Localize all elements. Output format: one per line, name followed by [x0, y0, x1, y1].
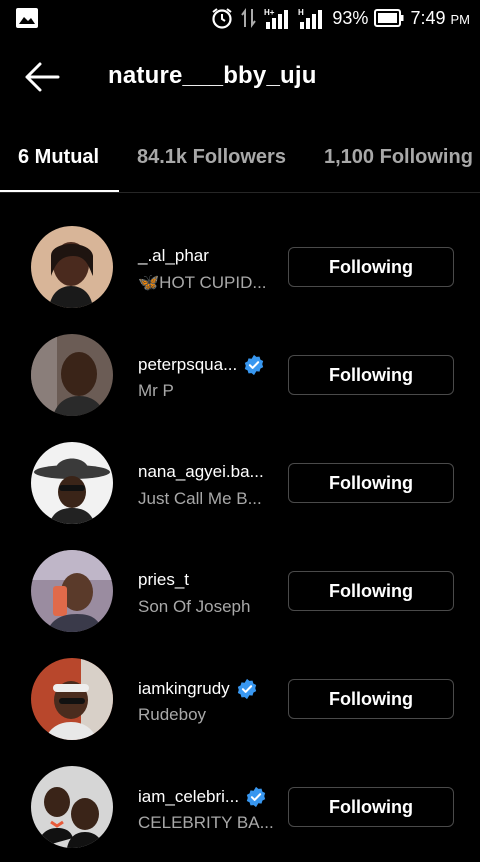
- list-item: nana_agyei.ba... Just Call Me B... Follo…: [0, 430, 480, 538]
- alarm-icon: [212, 8, 233, 29]
- username[interactable]: iamkingrudy: [138, 679, 230, 699]
- avatar[interactable]: [31, 334, 113, 416]
- username-line: pries_t: [138, 570, 189, 590]
- display-name: Just Call Me B...: [138, 489, 262, 508]
- display-name: 🦋HOT CUPID...: [138, 273, 267, 292]
- signal-h-icon: H: [298, 8, 323, 29]
- back-button[interactable]: [22, 60, 62, 94]
- username-line: iamkingrudy: [138, 678, 258, 700]
- avatar[interactable]: [31, 550, 113, 632]
- avatar[interactable]: [31, 442, 113, 524]
- tab-following[interactable]: 1,100 Following: [324, 146, 473, 169]
- verified-badge-icon: [246, 786, 266, 808]
- clock-time: 7:49: [410, 7, 446, 28]
- following-button[interactable]: Following: [288, 571, 454, 611]
- signal-h-plus-icon: H+: [264, 8, 289, 29]
- username[interactable]: peterpsqua...: [138, 355, 237, 375]
- username[interactable]: iam_celebri...: [138, 787, 239, 807]
- following-button[interactable]: Following: [288, 679, 454, 719]
- username[interactable]: _.al_phar: [138, 246, 209, 266]
- gallery-icon: [16, 8, 38, 28]
- following-button[interactable]: Following: [288, 463, 454, 503]
- battery-icon: [374, 9, 404, 27]
- header: nature___bby_uju: [0, 52, 480, 102]
- data-arrows-icon: [241, 8, 257, 28]
- mutual-list: _.al_phar 🦋HOT CUPID... Following peterp…: [0, 214, 480, 862]
- list-item: iamkingrudy Rudeboy Following: [0, 646, 480, 754]
- tab-bar: 6 Mutual 84.1k Followers 1,100 Following: [0, 130, 480, 193]
- svg-text:H: H: [298, 8, 304, 17]
- avatar[interactable]: [31, 226, 113, 308]
- active-tab-indicator: [0, 190, 119, 192]
- following-button[interactable]: Following: [288, 355, 454, 395]
- clock-ampm: PM: [450, 11, 471, 27]
- username-line: peterpsqua...: [138, 354, 265, 376]
- display-name: Mr P: [138, 381, 174, 400]
- verified-badge-icon: [245, 354, 264, 376]
- username-line: iam_celebri...: [138, 786, 267, 808]
- following-button[interactable]: Following: [288, 787, 454, 827]
- avatar[interactable]: [31, 658, 113, 740]
- following-button[interactable]: Following: [288, 247, 454, 287]
- clock: 7:49 PM: [410, 8, 470, 29]
- list-item: iam_celebri... CELEBRITY BA... Following: [0, 754, 480, 862]
- username[interactable]: pries_t: [138, 570, 189, 590]
- tab-mutual[interactable]: 6 Mutual: [18, 146, 99, 169]
- username-line: nana_agyei.ba...: [138, 462, 264, 482]
- list-item: peterpsqua... Mr P Following: [0, 322, 480, 430]
- list-item: _.al_phar 🦋HOT CUPID... Following: [0, 214, 480, 322]
- svg-text:H+: H+: [264, 8, 275, 17]
- display-name: Son Of Joseph: [138, 597, 251, 616]
- display-name: Rudeboy: [138, 705, 207, 724]
- status-bar: H+ H 93% 7:49 PM: [0, 0, 480, 36]
- username[interactable]: nana_agyei.ba...: [138, 462, 264, 482]
- username-line: _.al_phar: [138, 246, 209, 266]
- page-title: nature___bby_uju: [108, 62, 317, 89]
- list-item: pries_t Son Of Joseph Following: [0, 538, 480, 646]
- battery-percent: 93%: [332, 7, 369, 28]
- back-arrow-icon: [25, 62, 60, 92]
- display-name: CELEBRITY BA...: [138, 813, 274, 832]
- avatar[interactable]: [31, 766, 113, 848]
- verified-badge-icon: [237, 678, 256, 700]
- tab-followers[interactable]: 84.1k Followers: [137, 146, 286, 169]
